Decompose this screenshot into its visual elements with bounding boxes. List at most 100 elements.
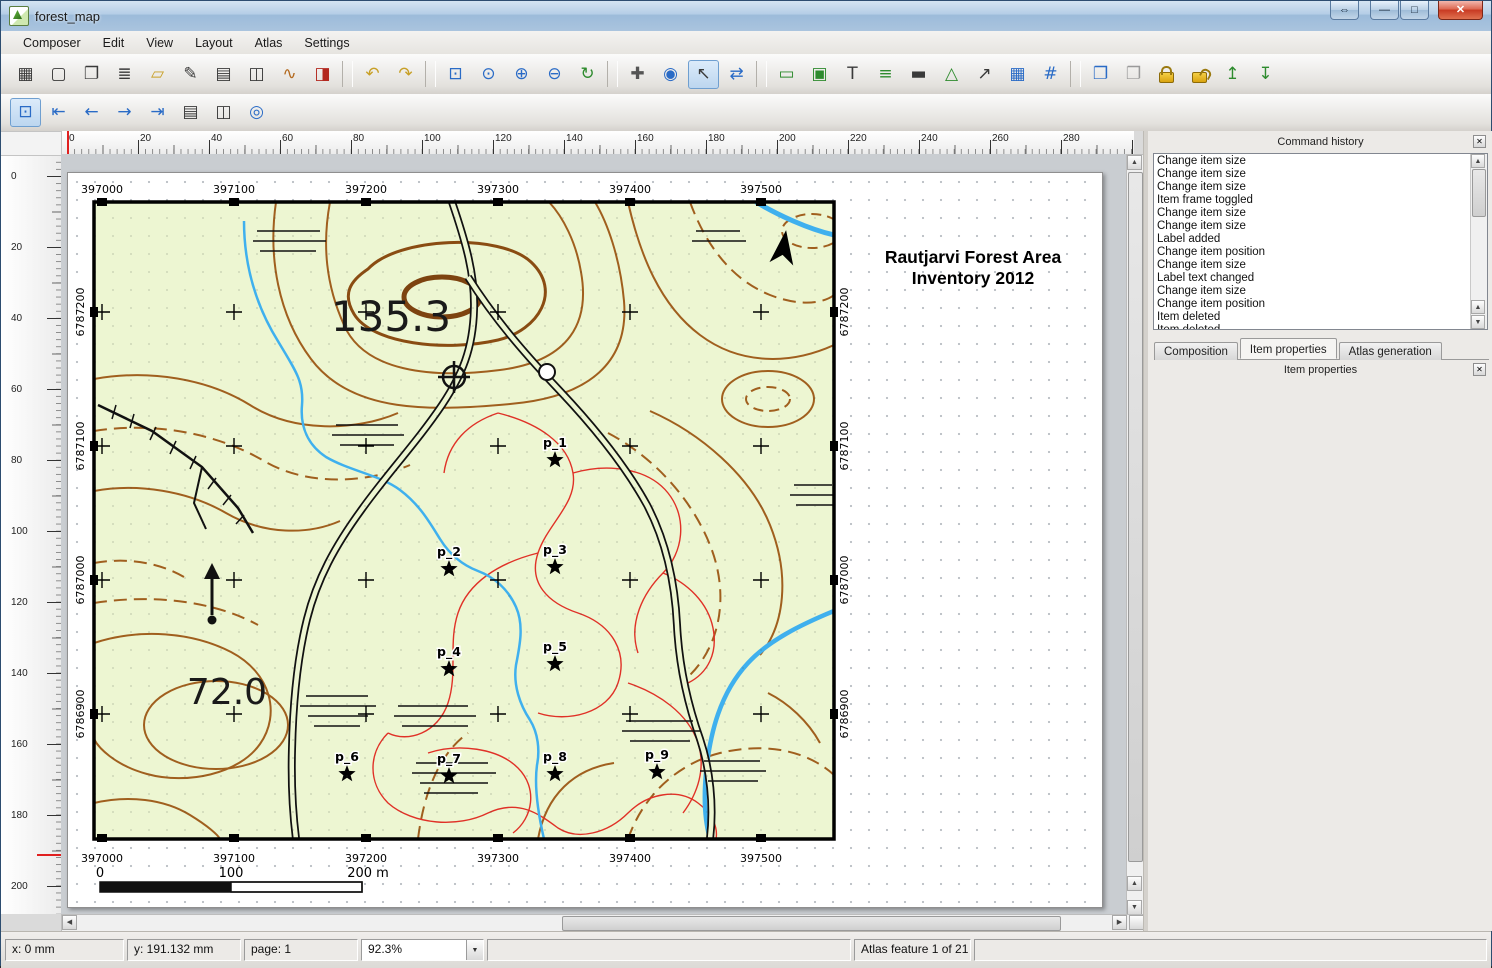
zoom-tool-button[interactable]: ◉ xyxy=(655,60,686,89)
menu-view[interactable]: View xyxy=(136,33,183,53)
zoom-full-button[interactable]: ⊡ xyxy=(440,60,471,89)
print-atlas-button[interactable]: ▤ xyxy=(175,98,206,127)
export-as-svg-button[interactable]: ∿ xyxy=(274,60,305,89)
composer-manager-button[interactable]: ≣ xyxy=(109,60,140,89)
menu-atlas[interactable]: Atlas xyxy=(245,33,293,53)
menu-layout[interactable]: Layout xyxy=(185,33,243,53)
new-composer-button[interactable]: ▢ xyxy=(43,60,74,89)
lower-selected-items-button[interactable]: ↧ xyxy=(1250,60,1281,89)
hscroll-thumb[interactable] xyxy=(562,916,1061,931)
add-image-button[interactable]: ▣ xyxy=(804,60,835,89)
history-scroll-thumb[interactable] xyxy=(1472,169,1486,217)
history-item[interactable]: Change item position xyxy=(1154,246,1471,259)
menu-edit[interactable]: Edit xyxy=(93,33,135,53)
scroll-down-button-2[interactable]: ▼ xyxy=(1127,900,1142,915)
add-new-legend-button[interactable]: ≡ xyxy=(870,60,901,89)
zoom-combo[interactable]: 92.3% ▼ xyxy=(361,939,484,961)
scalebar[interactable] xyxy=(100,882,362,892)
zoom-in-button[interactable]: ⊕ xyxy=(506,60,537,89)
load-from-template-button[interactable]: ▱ xyxy=(142,60,173,89)
vscroll-thumb[interactable] xyxy=(1128,172,1143,862)
map-title-label[interactable]: Rautjarvi Forest Area Inventory 2012 xyxy=(867,247,1079,289)
add-new-label-button[interactable]: T xyxy=(837,60,868,89)
maximize-button[interactable]: □ xyxy=(1400,1,1429,20)
select-move-item-button[interactable]: ↖ xyxy=(688,60,719,89)
export-as-image-button[interactable]: ◫ xyxy=(241,60,272,89)
add-basic-shape-button[interactable]: △ xyxy=(936,60,967,89)
item-properties-close-button[interactable]: ✕ xyxy=(1473,363,1486,376)
history-item[interactable]: Item deleted xyxy=(1154,324,1471,329)
tab-item-properties[interactable]: Item properties xyxy=(1240,338,1337,359)
ruler-top-number: 200 xyxy=(779,133,796,144)
export-as-pdf-button[interactable]: ◨ xyxy=(307,60,338,89)
add-new-scalebar-button[interactable]: ▬ xyxy=(903,60,934,89)
minimize-button[interactable]: — xyxy=(1370,1,1399,20)
add-html-frame-button[interactable]: # xyxy=(1035,60,1066,89)
add-new-map-button[interactable]: ▭ xyxy=(771,60,802,89)
history-scrollbar[interactable]: ▲ ▲ ▼ xyxy=(1470,154,1487,329)
window-layout-button[interactable]: ⇔ xyxy=(1330,1,1359,20)
undo-button[interactable]: ↶ xyxy=(357,60,388,89)
save-as-template-button[interactable]: ✎ xyxy=(175,60,206,89)
zoom-actual-size-button[interactable]: ⊙ xyxy=(473,60,504,89)
select-rectangle-tool-button[interactable]: ⊡ xyxy=(10,98,41,127)
history-item[interactable]: Item deleted xyxy=(1154,311,1471,324)
scroll-up-button[interactable]: ▲ xyxy=(1127,155,1142,170)
scroll-right-button[interactable]: ▶ xyxy=(1112,915,1127,930)
atlas-previous-feature-icon: ← xyxy=(84,104,98,121)
history-item[interactable]: Label added xyxy=(1154,233,1471,246)
save-project-button[interactable]: ▦ xyxy=(10,60,41,89)
atlas-first-feature-button[interactable]: ⇤ xyxy=(43,98,74,127)
history-item[interactable]: Change item size xyxy=(1154,155,1471,168)
history-item[interactable]: Change item size xyxy=(1154,220,1471,233)
export-atlas-as-image-button[interactable]: ◫ xyxy=(208,98,239,127)
lock-selected-items-button[interactable] xyxy=(1151,60,1182,89)
svg-text:6787000: 6787000 xyxy=(74,556,87,605)
command-history-close-button[interactable]: ✕ xyxy=(1473,135,1486,148)
duplicate-composer-button[interactable]: ❐ xyxy=(76,60,107,89)
raise-selected-items-button[interactable]: ↥ xyxy=(1217,60,1248,89)
scroll-down-button[interactable]: ▲ xyxy=(1127,876,1142,891)
scroll-left-button[interactable]: ◀ xyxy=(62,915,77,930)
move-item-content-button[interactable]: ⇄ xyxy=(721,60,752,89)
tab-composition[interactable]: Composition xyxy=(1154,342,1238,360)
atlas-previous-feature-button[interactable]: ← xyxy=(76,98,107,127)
history-scroll-up[interactable]: ▲ xyxy=(1471,154,1485,168)
menu-settings[interactable]: Settings xyxy=(294,33,359,53)
refresh-view-button[interactable]: ↻ xyxy=(572,60,603,89)
unlock-all-items-button[interactable] xyxy=(1184,60,1215,89)
app-icon xyxy=(9,6,29,26)
composition-canvas[interactable]: 135.372.03 p_1p_2p_3p_4p_5p_6p_7p_8p_9 3… xyxy=(61,154,1126,914)
menu-composer[interactable]: Composer xyxy=(13,33,91,53)
ungroup-items-button[interactable]: ❐ xyxy=(1118,60,1149,89)
history-item[interactable]: Change item size xyxy=(1154,285,1471,298)
history-item[interactable]: Item frame toggled xyxy=(1154,194,1471,207)
history-item[interactable]: Label text changed xyxy=(1154,272,1471,285)
close-button[interactable]: ✕ xyxy=(1438,1,1483,20)
svg-text:397300: 397300 xyxy=(477,183,519,196)
print-button[interactable]: ▤ xyxy=(208,60,239,89)
atlas-settings-button[interactable]: ◎ xyxy=(241,98,272,127)
history-scroll-up-2[interactable]: ▲ xyxy=(1471,300,1485,314)
scroll-corner xyxy=(1129,915,1144,930)
pan-button[interactable]: ✚ xyxy=(622,60,653,89)
zoom-dropdown-button[interactable]: ▼ xyxy=(466,940,483,960)
statusbar: x: 0 mm y: 191.132 mm page: 1 92.3% ▼ At… xyxy=(1,931,1491,968)
history-item[interactable]: Change item size xyxy=(1154,259,1471,272)
add-arrow-button[interactable]: ↗ xyxy=(969,60,1000,89)
history-item[interactable]: Change item size xyxy=(1154,207,1471,220)
atlas-next-feature-button[interactable]: → xyxy=(109,98,140,127)
atlas-last-feature-button[interactable]: ⇥ xyxy=(142,98,173,127)
group-items-button[interactable]: ❐ xyxy=(1085,60,1116,89)
history-item[interactable]: Change item size xyxy=(1154,181,1471,194)
add-attribute-table-button[interactable]: ▦ xyxy=(1002,60,1033,89)
history-item[interactable]: Change item position xyxy=(1154,298,1471,311)
zoom-value: 92.3% xyxy=(368,942,402,956)
history-scroll-down[interactable]: ▼ xyxy=(1471,315,1485,329)
ungroup-items-icon: ❐ xyxy=(1126,66,1141,83)
composition-page[interactable]: 135.372.03 p_1p_2p_3p_4p_5p_6p_7p_8p_9 3… xyxy=(67,172,1103,908)
history-item[interactable]: Change item size xyxy=(1154,168,1471,181)
tab-atlas-generation[interactable]: Atlas generation xyxy=(1339,342,1442,360)
redo-button[interactable]: ↷ xyxy=(390,60,421,89)
zoom-out-button[interactable]: ⊖ xyxy=(539,60,570,89)
